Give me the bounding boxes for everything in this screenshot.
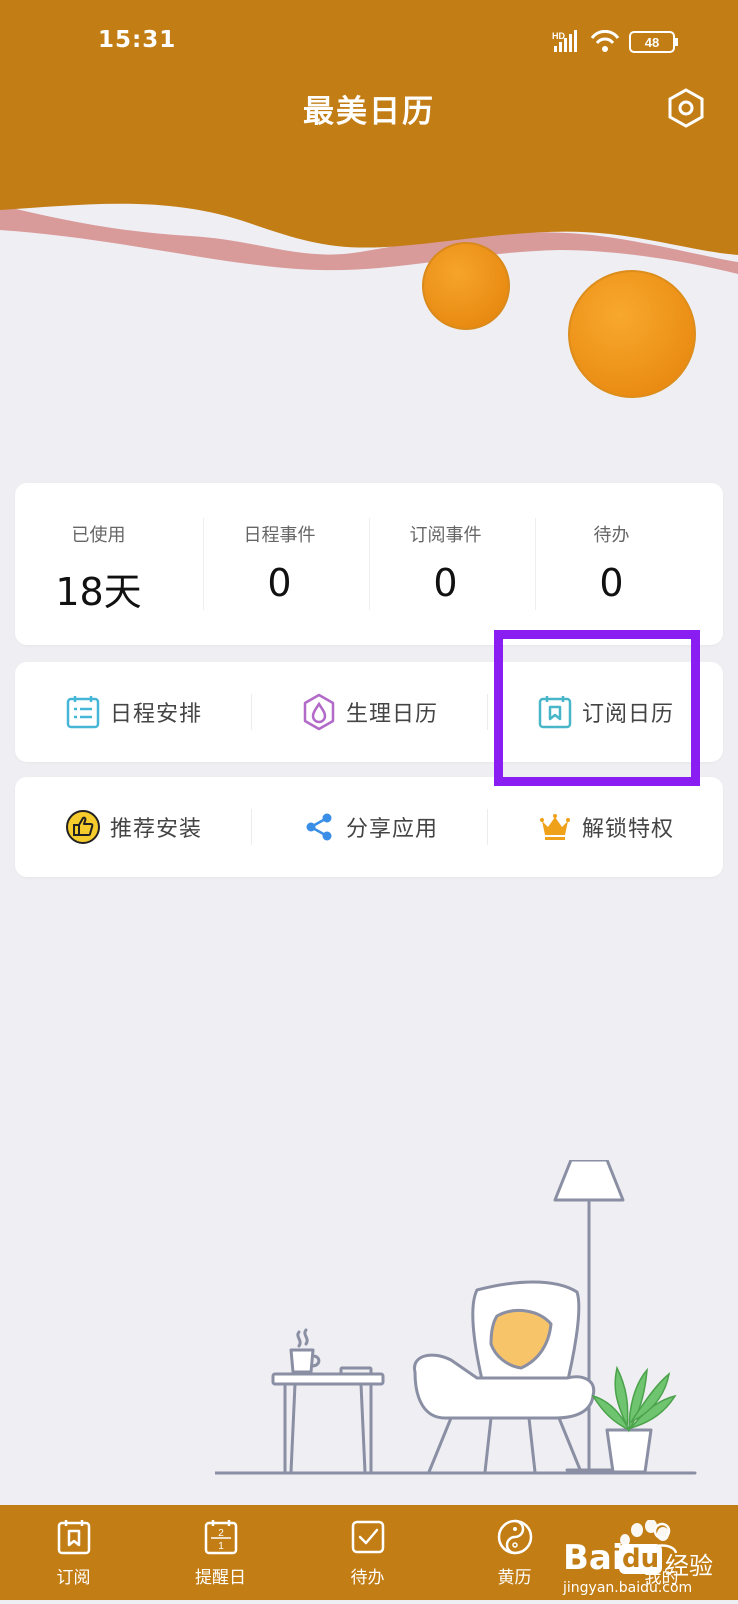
feature-row-1: 日程安排 生理日历 订阅日历 [15, 662, 723, 762]
tab-reminder-day[interactable]: 2 1 提醒日 [147, 1505, 294, 1600]
schedule-label: 日程安排 [109, 702, 202, 727]
unlock-privilege-button[interactable]: 解锁特权 [487, 777, 723, 877]
status-icons: HD 48 [552, 29, 692, 56]
watermark-brand: Bai [563, 1538, 624, 1578]
hexagon-settings-icon [668, 88, 704, 128]
stat-value: 0 [267, 561, 292, 605]
subscribe-icon [57, 1520, 90, 1555]
tab-label: 黄历 [497, 1568, 532, 1588]
tab-label: 待办 [350, 1568, 385, 1588]
stat-days-used: 已使用 18天 [15, 483, 182, 645]
decorative-ball-large [568, 270, 696, 398]
recommend-install-label: 推荐安装 [109, 817, 202, 842]
battery-level: 48 [645, 35, 659, 50]
stat-value: 0 [599, 561, 624, 605]
checkbox-icon [351, 1520, 384, 1554]
stat-label: 待办 [593, 525, 630, 546]
feature-row-2: 推荐安装 分享应用 解锁特权 [15, 777, 723, 877]
stat-todos: 待办 0 [528, 483, 695, 645]
period-calendar-label: 生理日历 [345, 702, 438, 727]
stat-subscribed-events: 订阅事件 0 [362, 483, 529, 645]
tab-label: 订阅 [56, 1568, 91, 1588]
tab-label: 提醒日 [195, 1568, 246, 1588]
subscribe-calendar-button[interactable]: 订阅日历 [487, 662, 723, 762]
thumbs-up-icon [64, 808, 102, 846]
tab-subscribe[interactable]: 订阅 [0, 1505, 147, 1600]
share-icon [300, 808, 338, 846]
watermark-suffix: 经验 [665, 1552, 713, 1580]
signal-icon: HD [552, 30, 577, 52]
network-type-label: HD [552, 31, 565, 41]
share-app-label: 分享应用 [345, 817, 438, 842]
crown-icon [536, 808, 574, 846]
empty-state-illustration [215, 1160, 697, 1475]
stat-schedule-events: 日程事件 0 [196, 483, 363, 645]
decorative-ball-small [422, 242, 510, 330]
battery-icon: 48 [629, 31, 678, 53]
stat-value: 18天 [55, 570, 142, 614]
page-title: 最美日历 [303, 94, 435, 130]
schedule-button[interactable]: 日程安排 [15, 662, 251, 762]
yin-yang-icon [497, 1519, 532, 1555]
stat-label: 已使用 [71, 525, 126, 546]
unlock-privilege-label: 解锁特权 [581, 817, 674, 842]
stat-label: 订阅事件 [409, 525, 482, 546]
drop-icon [300, 693, 338, 731]
baidu-watermark: Bai du 经验 jingyan.baidu.com [555, 1519, 738, 1600]
stat-value: 0 [433, 561, 458, 605]
status-time: 15:31 [98, 27, 177, 53]
watermark-brand-du: du [619, 1544, 663, 1574]
subscribe-calendar-label: 订阅日历 [581, 702, 674, 727]
calendar-reminder-icon: 2 1 [204, 1520, 237, 1555]
watermark-url: jingyan.baidu.com [563, 1580, 693, 1596]
stat-label: 日程事件 [243, 525, 316, 546]
tab-todo[interactable]: 待办 [294, 1505, 441, 1600]
svg-text:2: 2 [218, 1528, 224, 1539]
wifi-icon [590, 29, 620, 52]
period-calendar-button[interactable]: 生理日历 [251, 662, 487, 762]
subscribe-calendar-icon [536, 693, 574, 731]
schedule-icon [64, 693, 102, 731]
share-app-button[interactable]: 分享应用 [251, 777, 487, 877]
settings-button[interactable] [664, 86, 708, 130]
svg-text:1: 1 [218, 1541, 224, 1552]
stats-card: 已使用 18天 日程事件 0 订阅事件 0 待办 0 [15, 483, 723, 645]
recommend-install-button[interactable]: 推荐安装 [15, 777, 251, 877]
